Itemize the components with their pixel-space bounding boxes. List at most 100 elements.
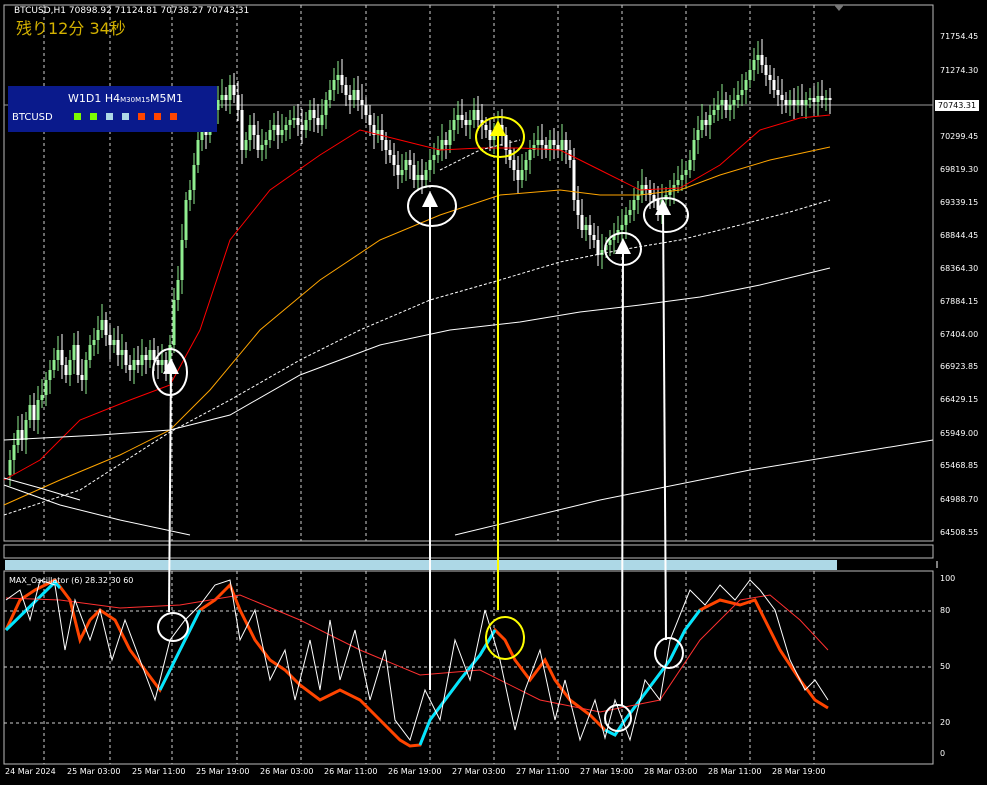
candle-body	[552, 140, 556, 145]
strip-cell	[133, 560, 141, 570]
candle-body	[756, 55, 760, 60]
candle-body	[64, 365, 68, 375]
candle-body	[412, 165, 416, 180]
candle-body	[520, 170, 524, 180]
candle-body	[304, 120, 308, 130]
mtf-symbol-label: BTCUSD	[12, 112, 53, 123]
candle-body	[352, 90, 356, 100]
strip-cell	[541, 560, 549, 570]
oscillator-signal-line	[5, 594, 829, 713]
strip-cell	[77, 560, 85, 570]
strip-cell	[437, 560, 445, 570]
candle-body	[516, 170, 520, 180]
strip-cell	[557, 560, 565, 570]
strip-cell	[669, 560, 677, 570]
candle-body	[788, 100, 792, 105]
strip-cell	[229, 560, 237, 570]
strip-cell	[477, 560, 485, 570]
strip-cell	[93, 560, 101, 570]
candle-body	[476, 110, 480, 120]
strip-cell	[597, 560, 605, 570]
candle-body	[276, 125, 280, 135]
candle-body	[464, 120, 468, 125]
timeframe-signal-square	[138, 113, 145, 120]
strip-cell	[381, 560, 389, 570]
color-strip	[5, 560, 938, 570]
candle-body	[576, 200, 580, 215]
candle-body	[368, 115, 372, 125]
timeframe-signal-square	[122, 113, 129, 120]
candle-body	[344, 85, 348, 95]
candle-body	[188, 190, 192, 200]
strip-cell	[141, 560, 149, 570]
strip-cell	[741, 560, 749, 570]
time-tick-label: 25 Mar 11:00	[132, 767, 186, 776]
time-tick-label: 27 Mar 11:00	[516, 767, 570, 776]
time-tick-label: 26 Mar 03:00	[260, 767, 314, 776]
strip-cell	[581, 560, 589, 570]
oscillator-lines	[4, 578, 829, 748]
trendline	[454, 439, 934, 536]
candle-body	[296, 118, 300, 125]
strip-cell	[325, 560, 333, 570]
candle-body	[176, 280, 180, 300]
strip-cell	[717, 560, 725, 570]
candle-body	[656, 200, 660, 210]
strip-cell	[277, 560, 285, 570]
strip-cell	[237, 560, 245, 570]
candle-body	[364, 105, 368, 115]
strip-cell	[781, 560, 789, 570]
strip-cell	[173, 560, 181, 570]
candle-body	[728, 105, 732, 110]
timeframe-signal-square	[74, 113, 81, 120]
candle-body	[72, 345, 76, 360]
strip-cell	[85, 560, 93, 570]
annotation-arrow	[614, 238, 631, 706]
candle-body	[252, 125, 256, 135]
strip-cell	[573, 560, 581, 570]
oscillator-raw-line	[5, 579, 829, 742]
candle-body	[428, 160, 432, 170]
candle-body	[624, 215, 628, 225]
strip-cell	[301, 560, 309, 570]
candle-body	[820, 96, 824, 100]
ma-dotted-line	[3, 199, 831, 516]
strip-cell	[629, 560, 637, 570]
strip-cell	[317, 560, 325, 570]
candle-body	[824, 98, 828, 100]
candle-body	[68, 360, 72, 375]
strip-cell	[445, 560, 453, 570]
candle-body	[196, 140, 200, 165]
candle-body	[152, 350, 156, 360]
candle-body	[448, 130, 452, 145]
strip-cell	[45, 560, 53, 570]
strip-cell	[733, 560, 741, 570]
candle-body	[512, 160, 516, 170]
ma-fast-line	[3, 114, 831, 481]
candle-body	[636, 195, 640, 200]
strip-cell	[485, 560, 493, 570]
scroll-marker-icon[interactable]	[834, 5, 844, 11]
price-tick-label: 65949.00	[940, 429, 979, 438]
candle-body	[580, 215, 584, 230]
strip-cell	[53, 560, 61, 570]
candle-body	[804, 100, 808, 105]
strip-cell	[469, 560, 477, 570]
candle-body	[672, 185, 676, 190]
candle-body	[780, 95, 784, 100]
strip-cell	[533, 560, 541, 570]
strip-cell	[389, 560, 397, 570]
strip-cell	[253, 560, 261, 570]
candle-body	[528, 150, 532, 160]
price-tick-label: 69819.30	[940, 165, 979, 174]
strip-cell	[413, 560, 421, 570]
strip-cell	[613, 560, 621, 570]
candle-body	[808, 98, 812, 100]
candle-body	[776, 90, 780, 95]
timeframe-signal-square	[106, 113, 113, 120]
candle-body	[300, 125, 304, 130]
candle-body	[140, 355, 144, 365]
price-tick-label: 71754.45	[940, 32, 979, 41]
candle-body	[328, 90, 332, 100]
strip-cell	[69, 560, 77, 570]
